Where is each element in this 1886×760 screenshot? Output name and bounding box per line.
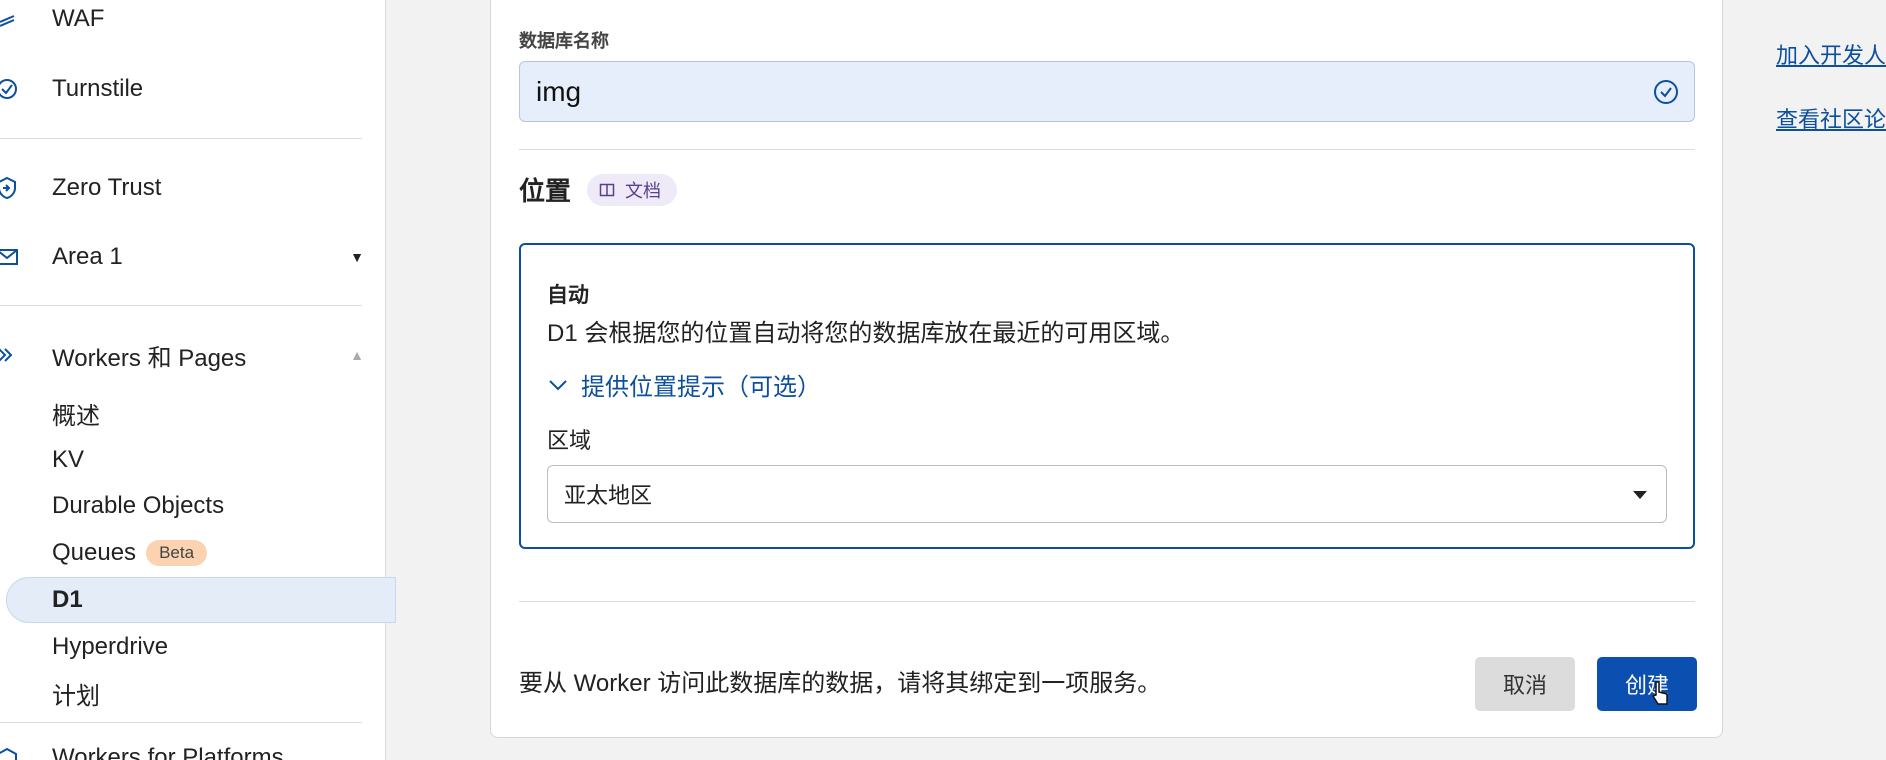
sidebar-item-turnstile[interactable]: Turnstile [0, 64, 386, 114]
region-label: 区域 [547, 428, 592, 453]
check-circle-icon [1654, 80, 1678, 104]
location-title: 位置 [519, 176, 572, 206]
workers-icon [0, 340, 22, 370]
db-name-input[interactable]: img [519, 61, 1695, 122]
auto-description: D1 会根据您的位置自动将您的数据库放在最近的可用区域。 [547, 320, 1185, 347]
pointer-cursor-icon [1651, 681, 1668, 705]
location-hint-label: 提供位置提示（可选） [581, 374, 821, 401]
location-option-auto[interactable]: 自动 D1 会根据您的位置自动将您的数据库放在最近的可用区域。 提供位置提示（可… [519, 243, 1695, 549]
cancel-button[interactable]: 取消 [1475, 657, 1575, 711]
sidebar-item-zero-trust[interactable]: Zero Trust [0, 163, 386, 213]
db-name-value: img [536, 75, 582, 107]
sidebar-item-workers-pages[interactable]: Workers 和 Pages ▲ [0, 330, 386, 380]
book-icon [599, 183, 615, 197]
sidebar: WAF Turnstile Zero Trust Area 1 ▼ Worker… [0, 0, 396, 760]
sidebar-subitem-hyperdrive[interactable]: Hyperdrive [52, 627, 168, 667]
chevron-down-icon [549, 379, 567, 390]
auto-title: 自动 [547, 284, 589, 307]
region-select[interactable]: 亚太地区 [547, 465, 1667, 523]
waf-icon [0, 4, 22, 34]
sidebar-subitem-overview[interactable]: 概述 [52, 393, 100, 433]
sidebar-subitem-kv[interactable]: KV [52, 440, 84, 480]
caret-down-icon [1633, 491, 1647, 499]
section-divider [519, 601, 1695, 602]
sidebar-subitem-durable-objects[interactable]: Durable Objects [52, 486, 224, 526]
sidebar-item-label: Zero Trust [52, 174, 162, 201]
platforms-icon [0, 743, 22, 760]
sidebar-subitem-plans[interactable]: 计划 [52, 673, 100, 713]
sidebar-divider [0, 138, 362, 139]
zero-trust-icon [0, 173, 22, 203]
join-developers-link[interactable]: 加入开发人 [1776, 38, 1886, 70]
location-hint-toggle[interactable]: 提供位置提示（可选） [547, 367, 821, 402]
turnstile-icon [0, 74, 22, 104]
chevron-down-icon[interactable]: ▼ [350, 249, 364, 265]
docs-link[interactable]: 文档 [587, 174, 677, 206]
section-divider [519, 149, 1695, 150]
sidebar-item-label: Workers 和 Pages [52, 344, 247, 372]
sidebar-item-label: Area 1 [52, 243, 123, 270]
docs-label: 文档 [625, 181, 661, 201]
binding-hint: 要从 Worker 访问此数据库的数据，请将其绑定到一项服务。 [519, 670, 1162, 697]
sidebar-subitem-d1[interactable]: D1 [52, 580, 83, 620]
create-button[interactable]: 创建 [1597, 657, 1697, 711]
sidebar-item-workers-platforms[interactable]: Workers for Platforms [0, 733, 386, 760]
sidebar-item-label: Turnstile [52, 75, 144, 102]
sidebar-subitem-queues[interactable]: Queues Beta [52, 533, 208, 573]
region-value: 亚太地区 [564, 483, 653, 508]
create-database-card: 数据库名称 img 位置 文档 自动 D1 会根据您的位置自动将您的数据库放在最… [490, 0, 1723, 738]
mail-icon [0, 242, 22, 272]
sidebar-item-area-1[interactable]: Area 1 ▼ [0, 232, 386, 282]
sidebar-divider [0, 722, 362, 723]
sidebar-divider [0, 305, 362, 306]
sidebar-item-label: WAF [52, 5, 105, 32]
sidebar-subitem-label: Queues [52, 539, 137, 566]
sidebar-item-label: Workers for Platforms [52, 744, 284, 760]
sidebar-item-waf[interactable]: WAF [0, 0, 386, 44]
community-forum-link[interactable]: 查看社区论 [1776, 102, 1886, 134]
chevron-up-icon[interactable]: ▲ [350, 347, 364, 363]
beta-badge: Beta [146, 540, 208, 566]
db-name-label: 数据库名称 [519, 31, 609, 51]
